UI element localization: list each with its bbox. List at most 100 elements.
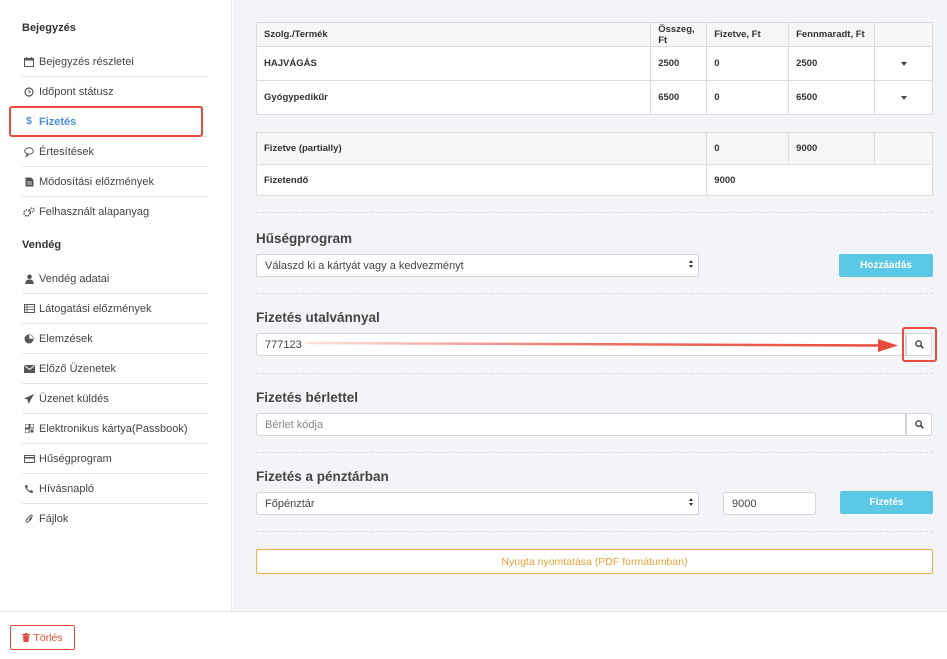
summary-due-row: Fizetendő 9000: [255, 164, 933, 196]
service-amount: 2500: [650, 46, 708, 81]
divider: [256, 373, 933, 374]
select-arrows-icon: [689, 260, 693, 268]
sidebar-item-label: Fájlok: [39, 513, 69, 525]
select-arrows-icon: [689, 498, 693, 506]
sidebar-item-notifications[interactable]: Értesítések: [22, 137, 208, 167]
annotation-arrow-icon: [305, 339, 898, 352]
sidebar-item-materials[interactable]: Felhasznált alapanyag: [22, 197, 208, 227]
sidebar-item-visit-history[interactable]: Látogatási előzmények: [22, 294, 208, 324]
sidebar-section-guest: Vendég: [22, 239, 62, 251]
row-dropdown-button[interactable]: [874, 80, 933, 115]
sidebar-item-label: Hívásnapló: [39, 482, 95, 495]
summary-paid-remaining: 9000: [788, 132, 876, 165]
table-header-row: Szolg./Termék Összeg, Ft Fizetve, Ft Fen…: [255, 22, 933, 47]
summary-due-value: 9000: [706, 164, 933, 196]
sidebar-item-label: Értesítések: [39, 145, 95, 158]
divider: [256, 212, 933, 213]
row-dropdown-button[interactable]: [874, 46, 933, 81]
user-icon: [22, 274, 36, 284]
table-row: Gyógypedikűr 6500 0 6500: [255, 80, 933, 115]
sidebar-item-appointment-status[interactable]: Időpont státusz: [22, 77, 208, 107]
card-icon: [22, 454, 36, 463]
cashier-select-value: Főpénztár: [265, 497, 315, 510]
sidebar-item-label: Előző Üzenetek: [39, 362, 117, 375]
print-receipt-button[interactable]: Nyugta nyomtatása (PDF formátumban): [256, 549, 933, 574]
document-icon: [22, 177, 36, 187]
cashier-amount-input[interactable]: 9000: [723, 492, 816, 515]
sidebar-item-label: Vendég adatai: [39, 272, 110, 285]
cashier-title: Fizetés a pénztárban: [256, 469, 389, 484]
sidebar-item-passbook[interactable]: Elektronikus kártya(Passbook): [22, 414, 208, 444]
pass-code-input[interactable]: Bérlet kódja: [256, 413, 906, 436]
trash-icon: [22, 633, 31, 642]
footer: [0, 611, 947, 659]
sidebar-item-label: Elemzések: [39, 332, 93, 345]
sidebar-item-guest-data[interactable]: Vendég adatai: [22, 264, 208, 294]
loyalty-title: Hűségprogram: [256, 231, 353, 246]
service-paid: 0: [706, 46, 790, 81]
delete-button-label: Törlés: [33, 631, 63, 644]
sidebar-item-label: Módosítási előzmények: [39, 175, 154, 188]
pay-button[interactable]: Fizetés: [840, 491, 933, 514]
cashier-select[interactable]: Főpénztár: [256, 492, 699, 515]
search-icon: [914, 420, 924, 429]
summary-paid-label: Fizetve (partially): [255, 132, 708, 165]
chat-icon: [22, 146, 36, 157]
caret-down-icon: [900, 96, 907, 100]
delete-button[interactable]: Törlés: [10, 625, 75, 650]
sidebar-section-entry: Bejegyzés: [22, 22, 76, 34]
clock-icon: [22, 86, 36, 97]
gears-icon: [22, 207, 36, 217]
summary-table: Fizetve (partially) 0 9000 Fizetendő 900…: [255, 132, 933, 196]
pass-title: Fizetés bérlettel: [256, 390, 359, 405]
sidebar-item-previous-messages[interactable]: Előző Üzenetek: [22, 354, 208, 384]
highlight-box-voucher-search: [902, 327, 937, 362]
pie-icon: [22, 333, 36, 344]
sidebar-item-label: Időpont státusz: [39, 85, 114, 98]
sidebar-item-call-log[interactable]: Hívásnapló: [22, 474, 208, 504]
service-name: HAJVÁGÁS: [255, 46, 652, 81]
sidebar-item-label: Elektronikus kártya(Passbook): [39, 422, 188, 435]
add-loyalty-button[interactable]: Hozzáadás: [839, 254, 933, 277]
sidebar-item-entry-details[interactable]: Bejegyzés részletei: [22, 47, 208, 77]
sidebar-item-label: Bejegyzés részletei: [39, 55, 134, 68]
col-header-amount: Összeg, Ft: [650, 22, 708, 47]
col-header-remaining: Fennmaradt, Ft: [788, 22, 876, 47]
paper-plane-icon: [22, 393, 36, 404]
summary-paid-value: 0: [706, 132, 790, 165]
calendar-icon: [22, 56, 36, 67]
col-header-service: Szolg./Termék: [255, 22, 652, 47]
col-header-paid: Fizetve, Ft: [706, 22, 790, 47]
service-remaining: 2500: [788, 46, 876, 81]
sidebar-item-loyalty[interactable]: Hűségprogram: [22, 444, 208, 474]
sidebar-item-label: Üzenet küldés: [39, 392, 109, 405]
loyalty-select[interactable]: Válaszd ki a kártyát vagy a kedvezményt: [256, 254, 699, 277]
voucher-input-value: 777123: [265, 338, 302, 351]
qr-icon: [22, 424, 36, 433]
list-icon: [22, 304, 36, 313]
service-amount: 6500: [650, 80, 708, 115]
sidebar-item-label: Látogatási előzmények: [39, 302, 152, 315]
sidebar-item-files[interactable]: Fájlok: [22, 504, 208, 534]
summary-paid-row: Fizetve (partially) 0 9000: [255, 132, 933, 165]
service-paid: 0: [706, 80, 790, 115]
services-table: Szolg./Termék Összeg, Ft Fizetve, Ft Fen…: [255, 22, 933, 115]
divider: [256, 452, 933, 453]
cashier-amount-value: 9000: [732, 497, 757, 510]
divider: [256, 531, 933, 532]
summary-due-label: Fizetendő: [255, 164, 708, 196]
service-remaining: 6500: [788, 80, 876, 115]
envelope-icon: [22, 364, 36, 373]
sidebar-item-analytics[interactable]: Elemzések: [22, 324, 208, 354]
sidebar-item-change-history[interactable]: Módosítási előzmények: [22, 167, 208, 197]
pass-search-button[interactable]: [906, 413, 932, 436]
service-name: Gyógypedikűr: [255, 80, 652, 115]
sidebar-item-label: Felhasznált alapanyag: [39, 206, 150, 218]
divider: [256, 293, 933, 294]
loyalty-select-value: Válaszd ki a kártyát vagy a kedvezményt: [265, 259, 464, 272]
phone-icon: [22, 484, 36, 494]
sidebar: Bejegyzés Bejegyzés részletei Időpont st…: [0, 0, 232, 611]
caret-down-icon: [900, 62, 907, 66]
highlight-box-payment: [9, 106, 203, 137]
sidebar-item-send-message[interactable]: Üzenet küldés: [22, 384, 208, 414]
